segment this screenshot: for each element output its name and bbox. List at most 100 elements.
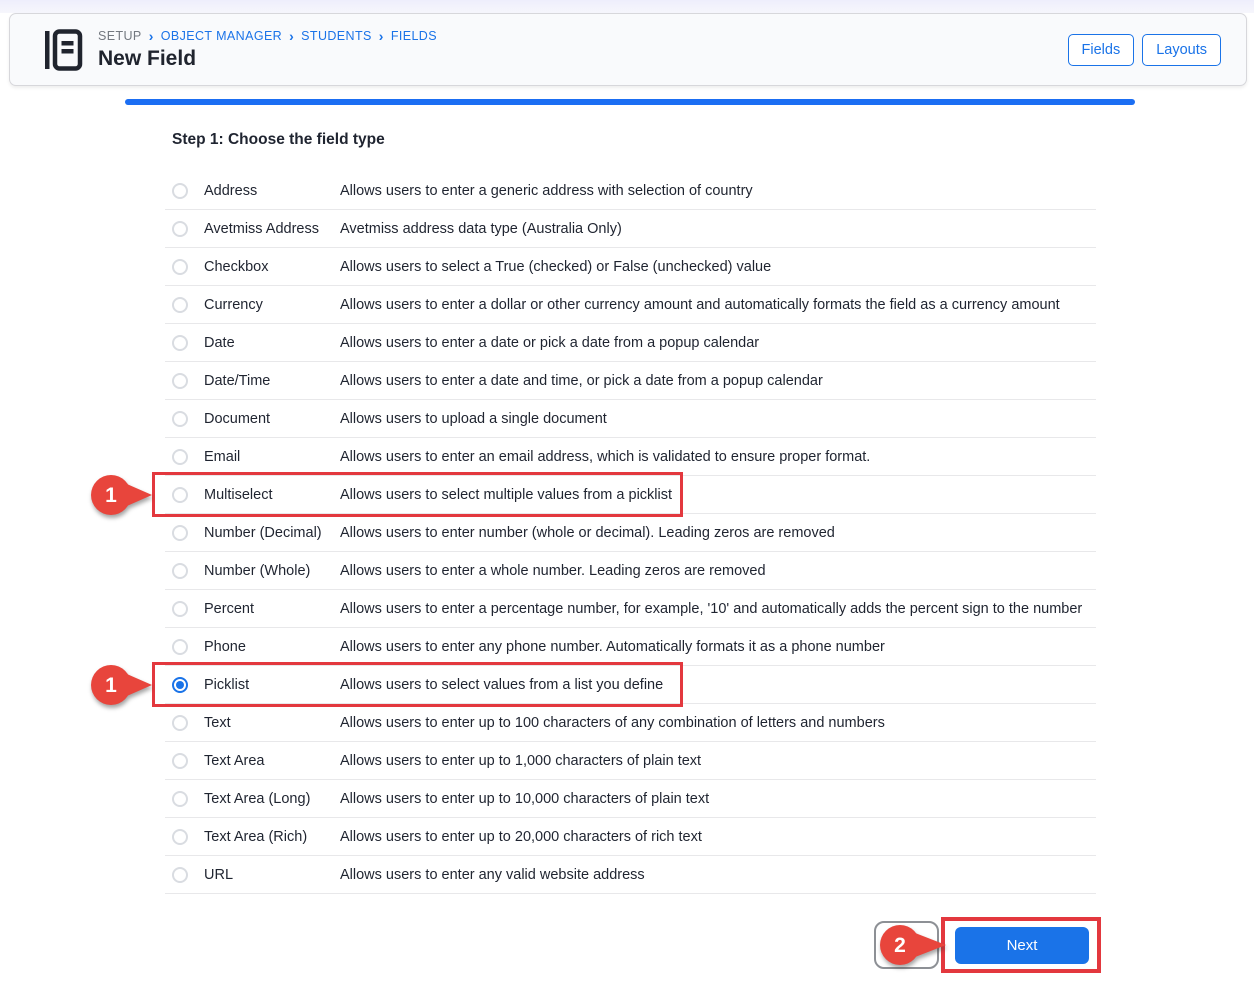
field-type-description: Allows users to enter up to 1,000 charac…	[340, 753, 701, 769]
header-actions: Fields Layouts	[1068, 34, 1221, 66]
field-type-row[interactable]: Avetmiss Address Avetmiss address data t…	[165, 210, 1096, 248]
field-type-row[interactable]: Document Allows users to upload a single…	[165, 400, 1096, 438]
notebook-icon	[43, 27, 83, 73]
field-type-label: Text Area (Long)	[204, 791, 340, 807]
field-type-row[interactable]: Email Allows users to enter an email add…	[165, 438, 1096, 476]
step-title: Step 1: Choose the field type	[172, 131, 385, 149]
field-type-label: Address	[204, 183, 340, 199]
field-type-label: Picklist	[204, 677, 340, 693]
breadcrumb: SETUP › OBJECT MANAGER › STUDENTS › FIEL…	[98, 29, 437, 43]
field-type-description: Allows users to upload a single document	[340, 411, 607, 427]
field-type-list: Address Allows users to enter a generic …	[165, 172, 1096, 894]
radio-button[interactable]	[172, 411, 188, 427]
field-type-description: Allows users to enter a whole number. Le…	[340, 563, 766, 579]
field-type-label: Multiselect	[204, 487, 340, 503]
radio-button[interactable]	[172, 335, 188, 351]
field-type-label: Phone	[204, 639, 340, 655]
radio-button[interactable]	[172, 525, 188, 541]
layouts-button[interactable]: Layouts	[1142, 34, 1221, 66]
field-type-row[interactable]: Multiselect Allows users to select multi…	[165, 476, 1096, 514]
field-type-label: Avetmiss Address	[204, 221, 340, 237]
radio-button[interactable]	[172, 867, 188, 883]
fields-button[interactable]: Fields	[1068, 34, 1135, 66]
radio-button[interactable]	[172, 563, 188, 579]
radio-button[interactable]	[172, 753, 188, 769]
field-type-row[interactable]: Phone Allows users to enter any phone nu…	[165, 628, 1096, 666]
radio-button[interactable]	[172, 221, 188, 237]
callout-1-multiselect: 1	[90, 473, 152, 517]
field-type-label: Text Area	[204, 753, 340, 769]
chevron-right-icon: ›	[379, 29, 384, 43]
field-type-row[interactable]: Percent Allows users to enter a percenta…	[165, 590, 1096, 628]
radio-button[interactable]	[172, 373, 188, 389]
field-type-row[interactable]: Number (Decimal) Allows users to enter n…	[165, 514, 1096, 552]
field-type-description: Allows users to select values from a lis…	[340, 677, 663, 693]
field-type-description: Avetmiss address data type (Australia On…	[340, 221, 622, 237]
breadcrumb-object-manager[interactable]: OBJECT MANAGER	[161, 29, 282, 43]
field-type-description: Allows users to select multiple values f…	[340, 487, 672, 503]
top-band	[0, 0, 1254, 13]
field-type-label: Percent	[204, 601, 340, 617]
page-title: New Field	[98, 47, 437, 71]
field-type-row[interactable]: Text Allows users to enter up to 100 cha…	[165, 704, 1096, 742]
radio-button[interactable]	[172, 183, 188, 199]
next-button[interactable]: Next	[955, 927, 1089, 964]
hidden-button[interactable]	[874, 921, 939, 969]
field-type-row[interactable]: Checkbox Allows users to select a True (…	[165, 248, 1096, 286]
svg-text:1: 1	[105, 484, 117, 507]
field-type-row[interactable]: Date/Time Allows users to enter a date a…	[165, 362, 1096, 400]
field-type-description: Allows users to enter an email address, …	[340, 449, 870, 465]
field-type-description: Allows users to enter a date or pick a d…	[340, 335, 759, 351]
field-type-description: Allows users to enter any phone number. …	[340, 639, 885, 655]
field-type-label: Number (Decimal)	[204, 525, 340, 541]
field-type-label: Email	[204, 449, 340, 465]
field-type-label: Text	[204, 715, 340, 731]
radio-dot	[176, 681, 184, 689]
field-type-row[interactable]: Date Allows users to enter a date or pic…	[165, 324, 1096, 362]
svg-text:1: 1	[105, 674, 117, 697]
new-field-page: SETUP › OBJECT MANAGER › STUDENTS › FIEL…	[0, 0, 1254, 990]
field-type-label: Document	[204, 411, 340, 427]
field-type-label: Date	[204, 335, 340, 351]
field-type-row[interactable]: Address Allows users to enter a generic …	[165, 172, 1096, 210]
field-type-description: Allows users to enter a percentage numbe…	[340, 601, 1082, 617]
radio-button[interactable]	[172, 449, 188, 465]
field-type-label: Number (Whole)	[204, 563, 340, 579]
field-type-description: Allows users to enter up to 20,000 chara…	[340, 829, 702, 845]
field-type-row[interactable]: Text Area Allows users to enter up to 1,…	[165, 742, 1096, 780]
breadcrumb-setup: SETUP	[98, 29, 142, 43]
field-type-row[interactable]: Number (Whole) Allows users to enter a w…	[165, 552, 1096, 590]
field-type-label: Checkbox	[204, 259, 340, 275]
field-type-description: Allows users to select a True (checked) …	[340, 259, 771, 275]
radio-button[interactable]	[172, 297, 188, 313]
header-text-block: SETUP › OBJECT MANAGER › STUDENTS › FIEL…	[98, 29, 437, 71]
field-type-row[interactable]: Text Area (Long) Allows users to enter u…	[165, 780, 1096, 818]
radio-button[interactable]	[172, 639, 188, 655]
field-type-description: Allows users to enter any valid website …	[340, 867, 645, 883]
field-type-row[interactable]: URL Allows users to enter any valid webs…	[165, 856, 1096, 894]
step-progress-bar	[125, 99, 1135, 105]
field-type-label: Text Area (Rich)	[204, 829, 340, 845]
field-type-label: Date/Time	[204, 373, 340, 389]
radio-button[interactable]	[172, 715, 188, 731]
radio-button[interactable]	[172, 677, 188, 693]
radio-button[interactable]	[172, 601, 188, 617]
header-card: SETUP › OBJECT MANAGER › STUDENTS › FIEL…	[9, 13, 1247, 86]
field-type-description: Allows users to enter number (whole or d…	[340, 525, 835, 541]
radio-button[interactable]	[172, 791, 188, 807]
radio-button[interactable]	[172, 829, 188, 845]
radio-button[interactable]	[172, 259, 188, 275]
breadcrumb-students[interactable]: STUDENTS	[301, 29, 372, 43]
field-type-description: Allows users to enter up to 100 characte…	[340, 715, 885, 731]
breadcrumb-fields[interactable]: FIELDS	[391, 29, 437, 43]
field-type-row[interactable]: Currency Allows users to enter a dollar …	[165, 286, 1096, 324]
field-type-label: URL	[204, 867, 340, 883]
field-type-description: Allows users to enter a date and time, o…	[340, 373, 823, 389]
callout-1-picklist: 1	[90, 663, 152, 707]
field-type-row[interactable]: Text Area (Rich) Allows users to enter u…	[165, 818, 1096, 856]
field-type-description: Allows users to enter a dollar or other …	[340, 297, 1060, 313]
field-type-description: Allows users to enter a generic address …	[340, 183, 753, 199]
field-type-description: Allows users to enter up to 10,000 chara…	[340, 791, 709, 807]
field-type-row[interactable]: Picklist Allows users to select values f…	[165, 666, 1096, 704]
radio-button[interactable]	[172, 487, 188, 503]
